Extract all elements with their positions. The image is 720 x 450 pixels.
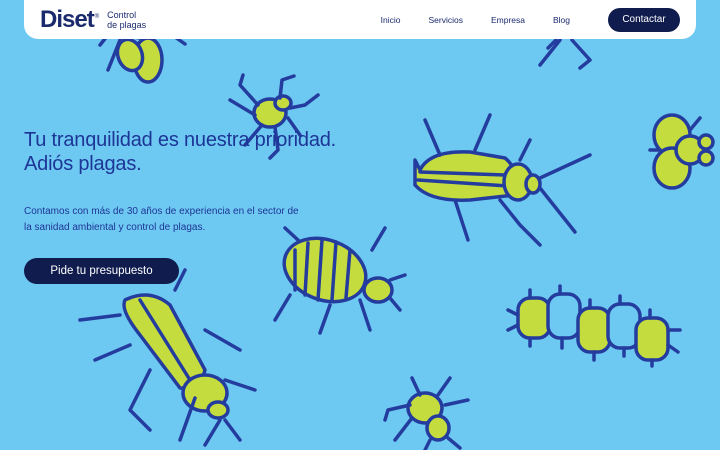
cockroach-icon bbox=[78, 268, 257, 447]
hero-description-line-1: Contamos con más de 30 años de experienc… bbox=[24, 206, 299, 217]
nav-link-servicios[interactable]: Servicios bbox=[428, 15, 462, 25]
cockroach-icon bbox=[413, 113, 592, 247]
request-quote-button[interactable]: Pide tu presupuesto bbox=[24, 258, 179, 284]
wasp-icon bbox=[383, 376, 470, 450]
registered-mark: ® bbox=[94, 13, 100, 20]
main-nav: Inicio Servicios Empresa Blog bbox=[353, 15, 570, 25]
logo-wordmark: Diset bbox=[40, 5, 95, 33]
caterpillar-icon bbox=[506, 284, 682, 368]
nav-link-empresa[interactable]: Empresa bbox=[491, 15, 525, 25]
tagline-line-2: de plagas bbox=[107, 19, 147, 30]
hero-title-line-2: Adiós plagas. bbox=[24, 153, 142, 175]
bedbug-icon bbox=[273, 226, 407, 335]
hero-description-line-2: la sanidad ambiental y control de plagas… bbox=[24, 222, 206, 233]
navbar: Diset ® Control de plagas Inicio Servici… bbox=[24, 0, 696, 39]
nav-link-inicio[interactable]: Inicio bbox=[381, 15, 401, 25]
hero-title: Tu tranquilidad es nuestra prioridad. Ad… bbox=[24, 128, 354, 176]
spider-icon bbox=[538, 38, 592, 70]
contact-button[interactable]: Contactar bbox=[608, 7, 680, 32]
nav-link-blog[interactable]: Blog bbox=[553, 15, 570, 25]
logo-tagline: Control de plagas bbox=[107, 10, 146, 30]
hero-description: Contamos con más de 30 años de experienc… bbox=[24, 204, 354, 236]
hero-title-line-1: Tu tranquilidad es nuestra prioridad. bbox=[24, 129, 337, 151]
tagline-line-1: Control bbox=[107, 9, 137, 20]
brand-logo[interactable]: Diset ® Control de plagas bbox=[40, 5, 146, 33]
hero-section: Tu tranquilidad es nuestra prioridad. Ad… bbox=[24, 128, 354, 236]
fly-icon bbox=[648, 113, 715, 190]
